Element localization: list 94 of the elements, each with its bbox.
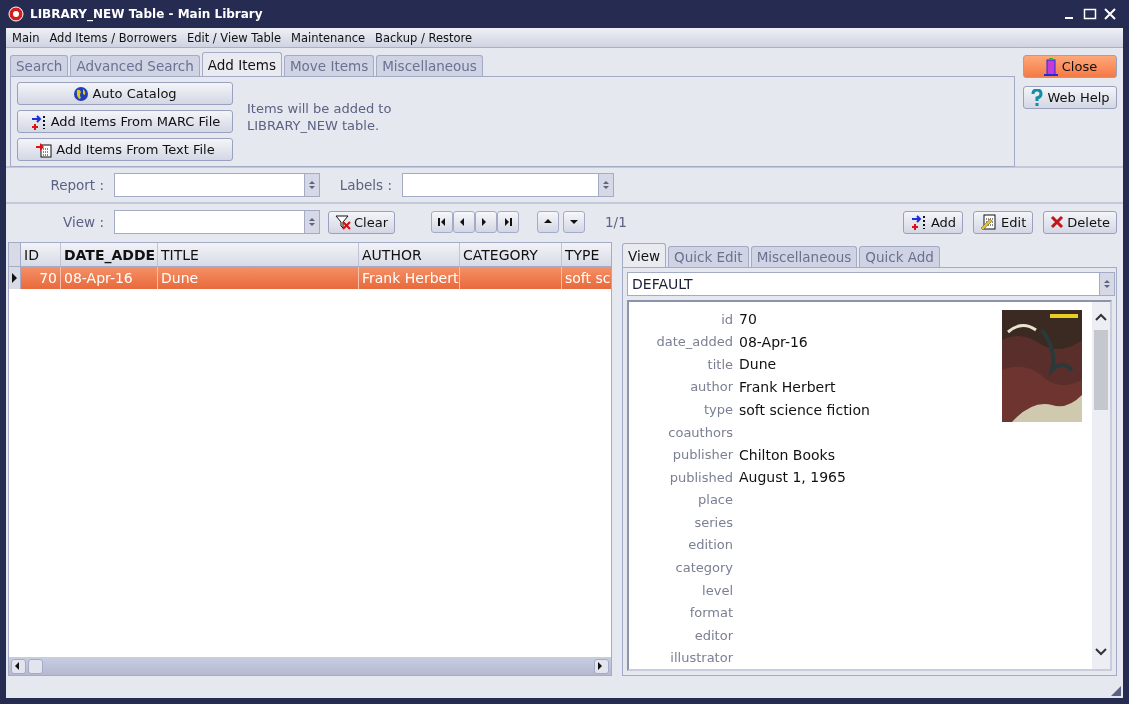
field-value: Dune	[739, 356, 777, 373]
labels-label: Labels :	[338, 177, 393, 193]
vertical-scrollbar[interactable]	[1092, 302, 1110, 669]
chevron-down-icon[interactable]	[1095, 647, 1107, 657]
info-text: Items will be added to LIBRARY_NEW table.	[247, 100, 392, 135]
horizontal-scrollbar[interactable]	[9, 657, 611, 675]
app-icon	[8, 6, 24, 22]
next-record-button[interactable]	[475, 211, 497, 233]
field-label: id	[720, 311, 733, 327]
clear-button[interactable]: Clear	[328, 210, 395, 234]
door-icon	[1042, 57, 1059, 76]
column-header[interactable]: AUTHOR	[359, 243, 460, 266]
document-arrow-icon	[35, 141, 54, 158]
menu-item[interactable]: Backup / Restore	[375, 30, 473, 45]
field-label: level	[701, 582, 733, 598]
report-label: Report :	[49, 177, 105, 193]
question-icon	[1030, 88, 1045, 107]
spin-button[interactable]	[304, 211, 319, 233]
field-label: place	[697, 492, 733, 508]
spin-button[interactable]	[598, 174, 613, 196]
spin-button[interactable]	[304, 174, 319, 196]
field-label: publisher	[671, 447, 733, 463]
table-cell: 08-Apr-16	[64, 270, 133, 286]
menu-item[interactable]: Maintenance	[291, 30, 366, 45]
resize-grip-icon[interactable]	[1111, 686, 1121, 696]
field-value: August 1, 1965	[739, 469, 846, 486]
globe-icon	[73, 85, 90, 102]
scroll-thumb[interactable]	[1094, 330, 1108, 410]
field-value: Frank Herbert	[739, 378, 836, 395]
column-header[interactable]: CATEGORY	[460, 243, 562, 266]
move-down-button[interactable]	[563, 211, 585, 233]
table-cell: Dune	[161, 270, 199, 286]
field-label: format	[688, 605, 733, 621]
field-label: edition	[687, 537, 733, 553]
field-label: editor	[693, 627, 733, 643]
maximize-icon[interactable]	[1083, 7, 1097, 21]
scroll-left-button[interactable]	[11, 658, 26, 674]
up-down-arrows-icon	[308, 179, 316, 191]
field-label: date_added	[655, 334, 733, 350]
up-down-arrows-icon	[308, 216, 316, 228]
field-label: published	[668, 469, 733, 485]
first-icon	[436, 216, 448, 228]
add-button[interactable]: Add	[902, 210, 964, 234]
tab[interactable]: Add Items	[201, 52, 282, 76]
field-label: author	[689, 379, 733, 395]
document-pencil-icon	[980, 214, 999, 230]
field-label: category	[674, 559, 733, 575]
field-value: soft science fiction	[739, 401, 870, 418]
menu-item[interactable]: Main	[12, 30, 40, 45]
field-label: title	[706, 356, 733, 372]
last-record-button[interactable]	[497, 211, 519, 233]
first-record-button[interactable]	[431, 211, 453, 233]
field-label: type	[702, 402, 733, 418]
table-cell: soft sc	[565, 270, 611, 286]
current-row-icon	[11, 273, 18, 283]
field-label: coauthors	[667, 424, 733, 440]
delete-button[interactable]: Delete	[1043, 210, 1117, 234]
view-layout-select[interactable]: DEFAULT	[627, 272, 1115, 296]
up-down-arrows-icon	[602, 179, 610, 191]
delete-icon	[1050, 215, 1065, 229]
field-label: series	[693, 514, 733, 530]
add-items-button[interactable]: Add Items From MARC File	[17, 110, 233, 133]
close-button[interactable]: Close	[1023, 55, 1117, 78]
tab[interactable]: View	[622, 243, 667, 267]
column-header[interactable]: DATE_ADDE	[61, 243, 158, 266]
chevron-up-icon[interactable]	[1095, 312, 1107, 322]
filter-clear-icon	[335, 214, 351, 230]
import-arrows-icon	[909, 214, 928, 230]
column-header[interactable]: ID	[21, 243, 61, 266]
previous-record-button[interactable]	[453, 211, 475, 233]
edit-button[interactable]: Edit	[973, 210, 1034, 234]
help-button[interactable]: Web Help	[1023, 86, 1117, 109]
scroll-thumb[interactable]	[28, 658, 43, 674]
last-icon	[502, 216, 514, 228]
field-value: 08-Apr-16	[739, 333, 808, 350]
field-value: Chilton Books	[739, 446, 835, 463]
scroll-right-button[interactable]	[594, 658, 609, 674]
spin-button[interactable]	[1099, 273, 1114, 295]
window-title: LIBRARY_NEW Table - Main Library	[30, 7, 264, 21]
view-label: View :	[62, 214, 105, 230]
menu-item[interactable]: Add Items / Borrowers	[49, 30, 177, 45]
up-down-arrows-icon	[1103, 278, 1111, 290]
import-arrows-icon	[29, 113, 48, 130]
move-up-button[interactable]	[537, 211, 559, 233]
field-value: 70	[739, 311, 757, 328]
table-cell: Frank Herbert	[362, 270, 459, 286]
add-items-button[interactable]: Add Items From Text File	[17, 138, 233, 161]
add-items-button[interactable]: Auto Catalog	[17, 82, 233, 105]
menu-item[interactable]: Edit / View Table	[186, 30, 282, 45]
table-cell: 70	[39, 270, 57, 286]
field-label: illustrator	[669, 650, 733, 666]
close-icon[interactable]	[1103, 7, 1117, 21]
record-counter: 1/1	[605, 214, 628, 230]
column-header[interactable]: TITLE	[158, 243, 359, 266]
